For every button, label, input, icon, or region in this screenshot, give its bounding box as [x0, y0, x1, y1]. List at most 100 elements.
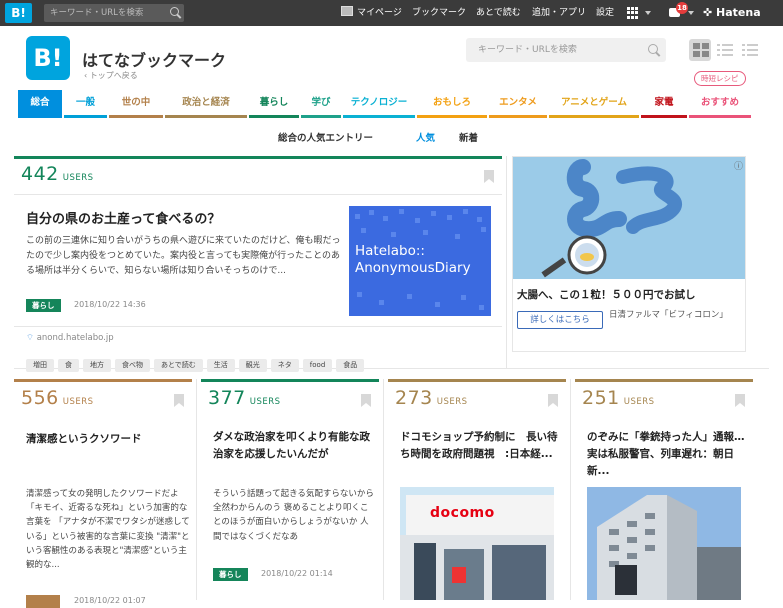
main-search-input[interactable]: キーワード・URLを検索	[466, 38, 666, 62]
category-tab-life[interactable]: 暮らし	[249, 90, 299, 118]
entry-thumbnail[interactable]: Hatelabo:: AnonymousDiary	[349, 206, 491, 316]
brand-logo[interactable]: B!	[26, 36, 70, 80]
apps-grid-icon[interactable]	[627, 7, 639, 19]
bookmark-add-icon[interactable]	[548, 394, 558, 407]
main-search-placeholder: キーワード・URLを検索	[478, 45, 577, 55]
list-view-button[interactable]	[714, 39, 736, 61]
tag[interactable]: あとで読む	[154, 359, 203, 372]
category-tab-it[interactable]: テクノロジー	[343, 90, 415, 118]
entry-summary: 清潔感って女の発明したクソワードだよ 「キモイ、近寄るな死ね」という加害的な言葉…	[26, 489, 190, 571]
hatena-logo-icon: ✜	[703, 6, 717, 19]
entry-domain[interactable]: ⌔ anond.hatelabo.jp	[26, 333, 114, 343]
mypage-link[interactable]: マイページ	[341, 0, 402, 26]
category-label[interactable]	[26, 595, 60, 608]
entry-date: 2018/10/22 01:07	[74, 596, 146, 605]
bookmark-add-icon[interactable]	[174, 394, 184, 407]
grid-view-button[interactable]	[689, 39, 711, 61]
entry-date: 2018/10/22 14:36	[74, 300, 146, 309]
ad-image[interactable]	[513, 157, 745, 279]
chevron-down-icon[interactable]	[645, 11, 651, 15]
users-count[interactable]: 377 USERS	[208, 387, 281, 409]
hatena-link[interactable]: ✜ Hatena	[703, 0, 761, 26]
intestine-illustration	[513, 157, 745, 279]
users-count[interactable]: 442 USERS	[21, 163, 94, 185]
page-title[interactable]: はてなブックマーク	[82, 47, 226, 71]
tab-popular[interactable]: 人気	[416, 130, 435, 144]
ad-info-icon[interactable]: ⓘ	[734, 159, 743, 172]
recipe-tag[interactable]: 時短レシピ	[694, 71, 746, 86]
hatena-bookmark-logo[interactable]: B!	[5, 3, 32, 23]
category-tab-all[interactable]: 一般	[64, 90, 107, 118]
ad-unit[interactable]: ⓘ 大腸へ、この１粒！５００円でお試し 詳しくはこちら 日清ファルマ「ビフィコロ…	[512, 156, 746, 352]
users-number: 556	[21, 387, 59, 409]
top-search-input[interactable]: キーワード・URLを検索	[44, 4, 184, 22]
read-later-link[interactable]: あとで読む	[476, 0, 521, 26]
category-tab-recommend[interactable]: おすすめ	[689, 90, 751, 118]
search-icon[interactable]	[170, 7, 179, 16]
chevron-down-icon[interactable]	[688, 11, 694, 15]
category-label[interactable]: 暮らし	[26, 299, 61, 312]
entry-summary: そういう話題って起きる気配すらないから全然わからんのう 褒めることより叩くことの…	[213, 489, 374, 542]
users-count[interactable]: 556 USERS	[21, 387, 94, 409]
tag[interactable]: food	[302, 359, 333, 372]
subnav-title: 総合の人気エントリー	[278, 133, 374, 144]
entry-card: 377 USERS ダメな政治家を叩くより有能な政治家を応援したいんだが そういう…	[201, 379, 379, 600]
featured-entry: 442 USERS 自分の県のお土産って食べるの？ この前の三連休に知り合いがうち…	[14, 156, 502, 372]
entry-thumbnail[interactable]: docomo	[400, 487, 554, 600]
divider	[506, 156, 507, 368]
users-count[interactable]: 251 USERS	[582, 387, 655, 409]
mypage-icon	[341, 6, 353, 16]
wifi-icon: ⌔	[26, 333, 37, 343]
card-accent-bar	[14, 156, 502, 159]
entry-thumbnail[interactable]	[587, 487, 741, 600]
users-number: 377	[208, 387, 246, 409]
users-count[interactable]: 273 USERS	[395, 387, 468, 409]
ad-details-button[interactable]: 詳しくはこちら	[517, 311, 603, 329]
entry-title[interactable]: ドコモショップ予約制に 長い待ち時間を政府問題視 :日本経...	[400, 429, 562, 463]
category-nav: 総合 一般 世の中 政治と経済 暮らし 学び テクノロジー おもしろ エンタメ …	[18, 90, 751, 118]
category-tab-kaden[interactable]: 家電	[641, 90, 687, 118]
category-tab-general[interactable]: 総合	[18, 90, 62, 118]
global-topbar: B! キーワード・URLを検索 マイページ ブックマーク あとで読む 追加・アプ…	[0, 0, 783, 26]
category-label[interactable]: 暮らし	[213, 568, 248, 581]
entry-date: 2018/10/22 01:14	[261, 569, 333, 578]
ad-title[interactable]: 大腸へ、この１粒！５００円でお試し	[517, 287, 696, 302]
hatena-label: Hatena	[716, 6, 761, 19]
entry-title[interactable]: 清潔感というクソワード	[26, 431, 186, 448]
tag[interactable]: 地方	[83, 359, 111, 372]
bookmark-add-icon[interactable]	[361, 394, 371, 407]
tag[interactable]: 食品	[336, 359, 365, 372]
category-tab-knowledge[interactable]: 学び	[301, 90, 341, 118]
bookmark-link[interactable]: ブックマーク	[412, 0, 466, 26]
tag[interactable]: 観光	[238, 359, 267, 372]
bookmark-add-icon[interactable]	[484, 170, 494, 183]
divider	[14, 326, 502, 327]
mypage-label: マイページ	[357, 8, 402, 18]
tag[interactable]: 食	[58, 359, 79, 372]
entry-title[interactable]: のぞみに「拳銃持った人」通報…実は私服警官、列車遅れ：朝日新...	[587, 429, 751, 480]
category-tab-social[interactable]: 世の中	[109, 90, 163, 118]
divider	[14, 194, 502, 195]
category-tab-fun[interactable]: おもしろ	[417, 90, 487, 118]
category-tab-economics[interactable]: 政治と経済	[165, 90, 247, 118]
entry-card: 556 USERS 清潔感というクソワード 清潔感って女の発明したクソワードだよ …	[14, 379, 192, 608]
tab-new[interactable]: 新着	[459, 130, 478, 144]
category-tab-game[interactable]: アニメとゲーム	[549, 90, 639, 118]
thumbnail-text: Hatelabo:: AnonymousDiary	[355, 243, 471, 277]
compact-view-button[interactable]	[739, 39, 761, 61]
entry-title[interactable]: 自分の県のお土産って食べるの？	[26, 208, 346, 227]
users-label: USERS	[62, 397, 94, 407]
category-tab-entertainment[interactable]: エンタメ	[489, 90, 547, 118]
search-icon[interactable]	[648, 44, 658, 54]
bookmark-add-icon[interactable]	[735, 394, 745, 407]
tag[interactable]: 増田	[26, 359, 54, 372]
users-label: USERS	[436, 397, 468, 407]
add-app-link[interactable]: 追加・アプリ	[532, 0, 586, 26]
entry-title[interactable]: ダメな政治家を叩くより有能な政治家を応援したいんだが	[213, 429, 373, 463]
thumbnail-line2: AnonymousDiary	[355, 260, 471, 276]
tag[interactable]: 食べ物	[115, 359, 150, 372]
tag[interactable]: ネタ	[270, 359, 299, 372]
tag[interactable]: 生活	[206, 359, 235, 372]
back-to-top-link[interactable]: ‹ トップへ戻る	[84, 70, 138, 81]
settings-link[interactable]: 設定	[596, 0, 614, 26]
